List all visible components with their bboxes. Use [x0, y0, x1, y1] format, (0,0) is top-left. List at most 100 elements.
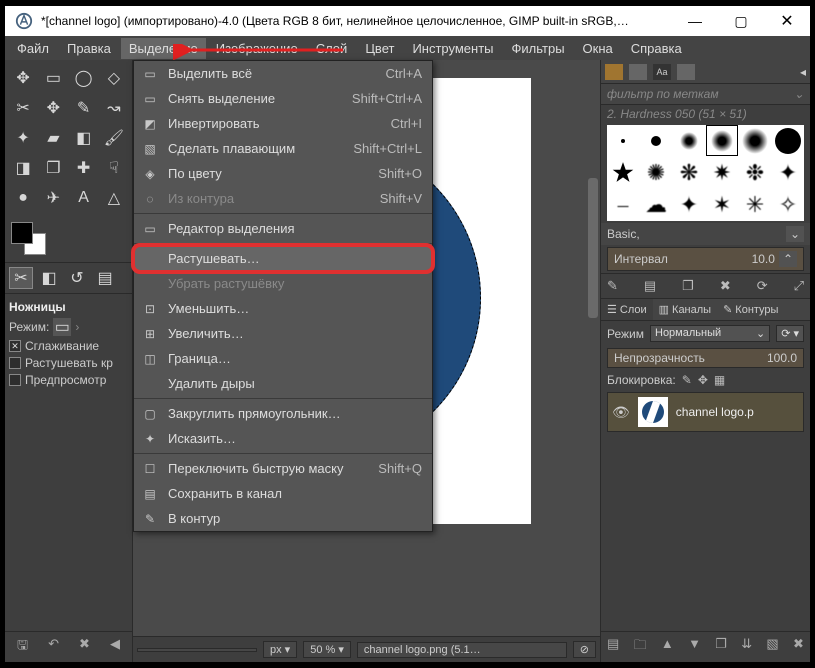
tool-heal[interactable]: ✚ [70, 154, 98, 182]
reset-preset-icon[interactable]: ◀ [110, 636, 120, 658]
menu-select-roundrect[interactable]: ▢ Закруглить прямоугольник… [134, 401, 432, 426]
layer-name[interactable]: channel logo.p [676, 405, 799, 419]
merge-layer-icon[interactable]: ⇊ [741, 636, 752, 658]
checkbox-icon[interactable] [9, 340, 21, 352]
tool-eraser[interactable]: ◨ [9, 154, 37, 182]
tab-undo-history[interactable]: ↺ [65, 267, 89, 289]
interval-row[interactable]: Интервал 10.0 ⌃ [607, 247, 804, 271]
brush-cell[interactable] [607, 125, 639, 156]
checkbox-icon[interactable] [9, 374, 21, 386]
menu-select-removeholes[interactable]: Удалить дыры [134, 371, 432, 396]
menu-selection-editor[interactable]: ▭ Редактор выделения [134, 216, 432, 241]
tab-paths[interactable]: ✎ Контуры [717, 299, 784, 320]
tool-free-select[interactable]: ◇ [100, 64, 128, 92]
stepper-icon[interactable]: ⌃ [779, 251, 797, 267]
menu-file[interactable]: Файл [9, 38, 57, 59]
menu-select-distort[interactable]: ✦ Исказить… [134, 426, 432, 451]
brush-cell[interactable]: ✷ [706, 157, 738, 188]
brush-cell[interactable]: ✶ [706, 190, 738, 221]
brush-cell[interactable]: ⎯ [607, 190, 639, 221]
menu-select-grow[interactable]: ⊞ Увеличить… [134, 321, 432, 346]
tool-crop[interactable]: ✂ [9, 94, 37, 122]
restore-preset-icon[interactable]: ↶ [48, 636, 59, 658]
status-unit[interactable]: px ▾ [263, 641, 297, 658]
tool-warp[interactable]: ↝ [100, 94, 128, 122]
status-cancel-icon[interactable]: ⊘ [573, 641, 596, 658]
menu-color[interactable]: Цвет [357, 38, 402, 59]
tab-layers[interactable]: ☰ Слои [601, 299, 653, 320]
layer-thumbnail[interactable] [638, 397, 668, 427]
lock-alpha-icon[interactable]: ▦ [714, 373, 725, 387]
brush-cell[interactable] [673, 125, 705, 156]
lower-layer-icon[interactable]: ▼ [688, 636, 701, 658]
duplicate-layer-icon[interactable]: ❐ [715, 636, 727, 658]
menu-select-tochannel[interactable]: ▤ Сохранить в канал [134, 481, 432, 506]
menu-tools[interactable]: Инструменты [404, 38, 501, 59]
raise-layer-icon[interactable]: ▲ [661, 636, 674, 658]
refresh-brush-icon[interactable]: ⟳ [757, 278, 768, 294]
menu-select-none[interactable]: ▭ Снять выделение Shift+Ctrl+A [134, 86, 432, 111]
duplicate-brush-icon[interactable]: ❐ [682, 278, 694, 294]
brush-cell[interactable] [607, 157, 639, 188]
status-zoom[interactable]: 50 % ▾ [303, 641, 351, 658]
checkbox-icon[interactable] [9, 357, 21, 369]
opt-preview[interactable]: Предпросмотр [9, 373, 128, 387]
menu-select-invert[interactable]: ◩ Инвертировать Ctrl+I [134, 111, 432, 136]
delete-brush-icon[interactable]: ✖ [720, 278, 731, 294]
tool-rect-select[interactable]: ▭ [39, 64, 67, 92]
minimize-button[interactable]: — [672, 6, 718, 36]
brush-cell[interactable]: ☁ [640, 190, 672, 221]
scrollbar-thumb[interactable] [588, 178, 598, 318]
brush-cell[interactable]: ✳ [739, 190, 771, 221]
tool-move[interactable]: ✥ [9, 64, 37, 92]
delete-preset-icon[interactable]: ✖ [79, 636, 90, 658]
brush-preset-row[interactable]: Basic, ⌄ [601, 223, 810, 245]
lock-position-icon[interactable]: ✥ [698, 373, 708, 387]
brush-cell[interactable] [772, 125, 804, 156]
delete-layer-icon[interactable]: ✖ [793, 636, 804, 658]
tool-bucket[interactable]: ▰ [39, 124, 67, 152]
menu-select-float[interactable]: ▧ Сделать плавающим Shift+Ctrl+L [134, 136, 432, 161]
brush-cell[interactable]: ✧ [772, 190, 804, 221]
menu-select[interactable]: Выделение [121, 38, 206, 59]
menu-image[interactable]: Изображение [208, 38, 306, 59]
opt-antialias[interactable]: Сглаживание [9, 339, 128, 353]
tool-transform[interactable]: ✥ [39, 94, 67, 122]
tab-device-status[interactable]: ◧ [37, 267, 61, 289]
tool-clone[interactable]: ❐ [39, 154, 67, 182]
close-button[interactable]: ✕ [764, 6, 810, 36]
scrollbar-vertical[interactable] [586, 78, 600, 610]
tool-smudge[interactable]: ☟ [100, 154, 128, 182]
menu-select-all[interactable]: ▭ Выделить всё Ctrl+A [134, 61, 432, 86]
tab-tool-options[interactable]: ✂ [9, 267, 33, 289]
layer-mode-select[interactable]: Нормальный⌄ [650, 325, 770, 342]
tab-images[interactable]: ▤ [93, 267, 117, 289]
brush-cell[interactable] [640, 125, 672, 156]
menu-select-bycolor[interactable]: ◈ По цвету Shift+O [134, 161, 432, 186]
menu-select-border[interactable]: ◫ Граница… [134, 346, 432, 371]
brush-cell[interactable]: ✦ [772, 157, 804, 188]
tab-channels[interactable]: ▥ Каналы [653, 299, 717, 320]
menu-filters[interactable]: Фильтры [504, 38, 573, 59]
brush-cell[interactable] [739, 125, 771, 156]
menu-edit[interactable]: Правка [59, 38, 119, 59]
tool-measure[interactable]: △ [100, 184, 128, 212]
new-brush-icon[interactable]: ▤ [644, 278, 656, 294]
menu-help[interactable]: Справка [623, 38, 690, 59]
tab-gradients[interactable] [677, 64, 695, 80]
save-preset-icon[interactable]: 🖫 [17, 636, 28, 658]
tool-pencil[interactable]: ✎ [70, 94, 98, 122]
tool-airbrush[interactable]: ✈ [39, 184, 67, 212]
brush-cell[interactable] [706, 125, 738, 156]
opt-feather[interactable]: Растушевать кр [9, 356, 128, 370]
menu-windows[interactable]: Окна [575, 38, 621, 59]
menu-select-quickmask[interactable]: ☐ Переключить быструю маску Shift+Q [134, 456, 432, 481]
maximize-button[interactable]: ▢ [718, 6, 764, 36]
menu-layer[interactable]: Слой [308, 38, 356, 59]
layer-mode-reset-icon[interactable]: ⟳ ▾ [776, 325, 804, 342]
mask-layer-icon[interactable]: ▧ [766, 636, 778, 658]
open-brush-icon[interactable]: ⤢ [794, 278, 804, 294]
layer-opacity-row[interactable]: Непрозрачность 100.0 [607, 348, 804, 368]
menu-select-shrink[interactable]: ⊡ Уменьшить… [134, 296, 432, 321]
edit-brush-icon[interactable]: ✎ [607, 278, 618, 294]
